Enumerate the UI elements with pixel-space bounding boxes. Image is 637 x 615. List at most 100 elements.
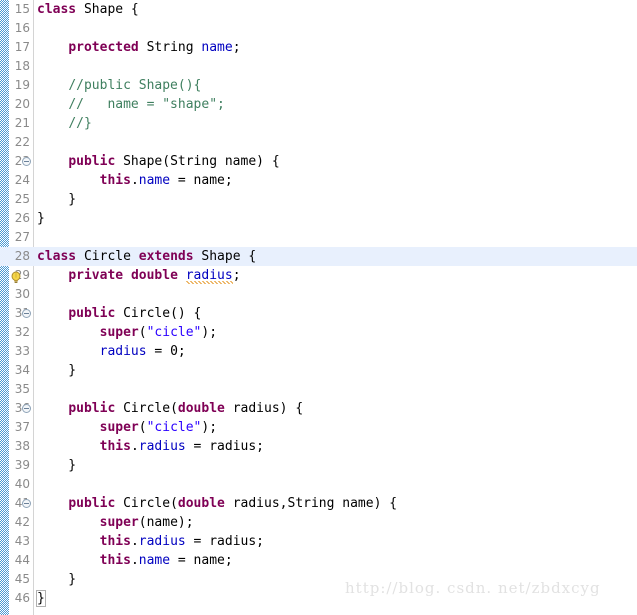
code-token: } (37, 572, 77, 587)
code-token: this (99, 534, 131, 549)
code-text[interactable]: super("cicle"); (37, 323, 217, 342)
warning-bulb-icon[interactable] (10, 269, 23, 283)
watermark: http://blog. csdn. net/zbdxcyg (345, 579, 601, 597)
code-line[interactable]: 39 } (0, 456, 637, 475)
line-number: 25 (14, 192, 30, 206)
code-line[interactable]: 44 this.name = name; (0, 551, 637, 570)
code-line[interactable]: 40 (0, 475, 637, 494)
code-token: Circle() { (115, 306, 202, 321)
code-text[interactable]: class Circle extends Shape { (37, 247, 256, 266)
code-line[interactable]: 41 public Circle(double radius,String na… (0, 494, 637, 513)
code-text[interactable]: this.name = name; (37, 551, 233, 570)
code-line[interactable]: 37 super("cicle"); (0, 418, 637, 437)
code-line[interactable]: 19 //public Shape(){ (0, 76, 637, 95)
code-text[interactable]: public Shape(String name) { (37, 152, 279, 171)
code-line[interactable]: 30 (0, 285, 637, 304)
fold-collapse-icon[interactable] (22, 157, 31, 166)
code-line[interactable]: 38 this.radius = radius; (0, 437, 637, 456)
code-text[interactable]: this.radius = radius; (37, 532, 264, 551)
code-text[interactable]: protected String name; (37, 38, 240, 57)
code-line[interactable]: 15 class Shape { (0, 0, 637, 19)
code-text[interactable]: } (37, 190, 76, 209)
code-line[interactable]: 25 } (0, 190, 637, 209)
code-line[interactable]: 16 (0, 19, 637, 38)
code-line[interactable]: 27 (0, 228, 637, 247)
code-token: radius,String name) { (224, 496, 398, 511)
code-text[interactable]: } (37, 570, 76, 589)
code-text[interactable]: } (36, 589, 46, 608)
code-line[interactable]: 18 (0, 57, 637, 76)
code-token: . (130, 173, 139, 188)
code-line[interactable]: 21 //} (0, 114, 637, 133)
code-line[interactable]: 29 private double radius; (0, 266, 637, 285)
code-token: = 0; (146, 344, 186, 359)
code-text[interactable]: radius = 0; (37, 342, 186, 361)
code-text[interactable]: //} (37, 114, 92, 133)
code-token: } (37, 192, 77, 207)
line-number: 19 (14, 78, 30, 92)
code-token: . (130, 439, 139, 454)
code-token: ( (138, 325, 147, 340)
code-line[interactable]: 22 (0, 133, 637, 152)
code-line[interactable]: 17 protected String name; (0, 38, 637, 57)
code-token: Circle (76, 249, 139, 264)
code-text[interactable]: public Circle(double radius,String name)… (37, 494, 397, 513)
code-token: . (130, 534, 139, 549)
line-number: 17 (14, 40, 30, 54)
code-token: name (138, 173, 171, 188)
fold-collapse-icon[interactable] (22, 309, 31, 318)
code-token: name (138, 553, 171, 568)
code-text[interactable]: this.radius = radius; (37, 437, 264, 456)
code-line[interactable]: 26} (0, 209, 637, 228)
code-line[interactable]: 34 } (0, 361, 637, 380)
line-number: 40 (14, 477, 30, 491)
code-line[interactable]: 35 (0, 380, 637, 399)
code-editor[interactable]: 15 class Shape {16 17 protected String nam… (0, 0, 637, 615)
code-token: } (37, 363, 77, 378)
code-line[interactable]: 33 radius = 0; (0, 342, 637, 361)
code-text[interactable]: this.name = name; (37, 171, 233, 190)
fold-collapse-icon[interactable] (22, 404, 31, 413)
code-token: Circle( (115, 496, 178, 511)
code-token: ); (201, 325, 218, 340)
code-text[interactable]: public Circle() { (37, 304, 201, 323)
code-token: Shape { (193, 249, 257, 264)
code-token: public (68, 154, 116, 169)
fold-collapse-icon[interactable] (22, 499, 31, 508)
code-line[interactable]: 43 this.radius = radius; (0, 532, 637, 551)
code-token: } (37, 211, 45, 226)
code-line[interactable]: 42 super(name); (0, 513, 637, 532)
code-line[interactable]: 20 // name = "shape"; (0, 95, 637, 114)
code-text[interactable]: //public Shape(){ (37, 76, 201, 95)
line-number: 20 (14, 97, 30, 111)
code-text[interactable]: } (37, 361, 76, 380)
code-token: "cicle" (146, 325, 202, 340)
code-line[interactable]: 31 public Circle() { (0, 304, 637, 323)
code-line[interactable]: 32 super("cicle"); (0, 323, 637, 342)
code-token: ( (138, 420, 147, 435)
code-token: radius (99, 344, 147, 359)
code-text[interactable]: super("cicle"); (37, 418, 217, 437)
code-line[interactable]: 28 class Circle extends Shape { (0, 247, 637, 266)
code-token: //} (68, 116, 92, 131)
code-token: this (99, 553, 131, 568)
code-text[interactable]: // name = "shape"; (37, 95, 225, 114)
code-text[interactable]: public Circle(double radius) { (37, 399, 303, 418)
code-text[interactable]: class Shape { (37, 0, 139, 19)
code-text[interactable]: super(name); (37, 513, 194, 532)
code-text[interactable]: private double radius; (37, 266, 241, 285)
code-line[interactable]: 36 public Circle(double radius) { (0, 399, 637, 418)
code-line[interactable]: 23 public Shape(String name) { (0, 152, 637, 171)
code-token: public (68, 496, 116, 511)
code-line[interactable]: 24 this.name = name; (0, 171, 637, 190)
code-text[interactable]: } (37, 456, 76, 475)
code-token: class (37, 2, 77, 17)
code-token: double (130, 268, 178, 283)
code-text[interactable]: } (37, 209, 45, 228)
